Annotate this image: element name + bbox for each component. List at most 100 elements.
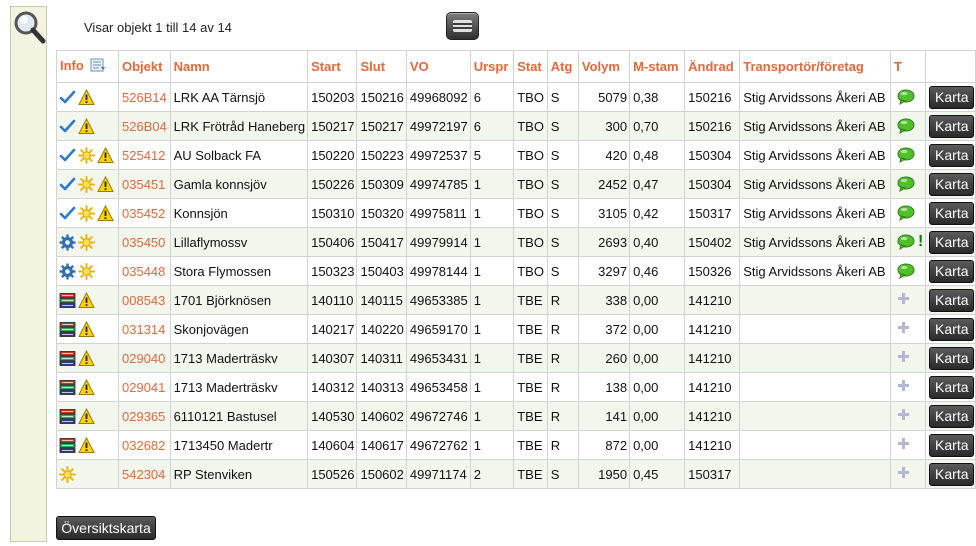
karta-button[interactable]: Karta	[929, 172, 975, 196]
col-header-andrad[interactable]: Ändrad	[684, 50, 741, 83]
start-cell: 150406	[307, 227, 358, 257]
sun-icon[interactable]	[78, 146, 95, 164]
col-header-t[interactable]: T	[889, 50, 927, 83]
karta-button[interactable]: Karta	[929, 346, 975, 370]
col-header-mstam[interactable]: M-stam	[629, 50, 686, 83]
books-icon[interactable]	[59, 350, 76, 367]
books-icon[interactable]	[59, 379, 76, 396]
karta-button[interactable]: Karta	[929, 201, 975, 225]
objekt-link[interactable]: 031314	[122, 322, 165, 337]
warning-icon[interactable]	[97, 204, 114, 222]
sun-icon[interactable]	[78, 204, 95, 222]
warning-icon[interactable]	[97, 146, 114, 164]
warning-icon[interactable]	[78, 349, 95, 367]
books-icon[interactable]	[59, 408, 76, 425]
col-header-transportor[interactable]: Transportör/företag	[739, 50, 891, 83]
plus-icon[interactable]	[897, 437, 915, 454]
col-header-atg[interactable]: Atg	[546, 50, 579, 83]
check-icon[interactable]	[59, 89, 76, 106]
slut-cell: 150223	[356, 140, 407, 170]
comment-icon[interactable]	[897, 147, 915, 164]
objekt-link[interactable]: 035451	[122, 177, 165, 192]
sun-icon[interactable]	[78, 175, 95, 193]
karta-button[interactable]: Karta	[929, 404, 975, 428]
volym-cell: 1950	[577, 459, 631, 489]
warning-icon[interactable]	[78, 320, 95, 338]
karta-button[interactable]: Karta	[929, 375, 975, 399]
objekt-link[interactable]: 035452	[122, 206, 165, 221]
objekt-link[interactable]: 542304	[122, 467, 165, 482]
warning-icon[interactable]	[78, 436, 95, 454]
comment-icon[interactable]	[897, 89, 915, 106]
objekt-link[interactable]: 029041	[122, 380, 165, 395]
gear-icon[interactable]	[59, 234, 76, 251]
karta-button[interactable]: Karta	[929, 230, 975, 254]
check-icon[interactable]	[59, 118, 76, 135]
books-icon[interactable]	[59, 321, 76, 338]
warning-icon[interactable]	[78, 117, 95, 135]
karta-cell: Karta	[925, 227, 976, 257]
comment-icon[interactable]	[897, 263, 915, 280]
comment-icon[interactable]	[897, 118, 915, 135]
warning-icon[interactable]	[78, 407, 95, 425]
plus-icon[interactable]	[897, 292, 915, 309]
sun-icon[interactable]	[59, 465, 76, 483]
objekt-link[interactable]: 525412	[122, 148, 165, 163]
karta-button[interactable]: Karta	[929, 288, 975, 312]
plus-icon[interactable]	[897, 379, 915, 396]
objekt-link[interactable]: 032682	[122, 438, 165, 453]
col-header-vo[interactable]: VO	[405, 50, 471, 83]
objekt-link[interactable]: 008543	[122, 293, 165, 308]
karta-button[interactable]: Karta	[929, 85, 975, 109]
plus-icon[interactable]	[897, 350, 915, 367]
warning-icon[interactable]	[78, 378, 95, 396]
t-cell	[889, 401, 927, 431]
objekt-link[interactable]: 035450	[122, 235, 165, 250]
info-legend-icon[interactable]	[90, 58, 106, 75]
comment-icon[interactable]	[897, 234, 915, 251]
karta-button[interactable]: Karta	[929, 462, 975, 486]
objekt-link[interactable]: 029365	[122, 409, 165, 424]
books-icon[interactable]	[59, 292, 76, 309]
plus-icon[interactable]	[897, 408, 915, 425]
objekt-link[interactable]: 035448	[122, 264, 165, 279]
col-header-start[interactable]: Start	[307, 50, 358, 83]
stat-cell: TBE	[513, 372, 548, 402]
list-icon	[453, 20, 472, 32]
col-header-volym[interactable]: Volym	[577, 50, 631, 83]
comment-icon[interactable]	[897, 176, 915, 193]
objekt-link[interactable]: 526B14	[122, 90, 167, 105]
check-icon[interactable]	[59, 176, 76, 193]
columns-toggle-button[interactable]	[446, 12, 479, 40]
warning-icon[interactable]	[78, 291, 95, 309]
col-header-slut[interactable]: Slut	[356, 50, 407, 83]
warning-icon[interactable]	[97, 175, 114, 193]
mstam-cell: 0,00	[629, 372, 686, 402]
sun-icon[interactable]	[78, 233, 95, 251]
check-icon[interactable]	[59, 205, 76, 222]
warning-icon[interactable]	[78, 88, 95, 106]
plus-icon[interactable]	[897, 321, 915, 338]
karta-button[interactable]: Karta	[929, 143, 975, 167]
objekt-link[interactable]: 526B04	[122, 119, 167, 134]
search-icon[interactable]	[12, 9, 46, 45]
objekt-link[interactable]: 029040	[122, 351, 165, 366]
mstam-cell: 0,00	[629, 430, 686, 460]
col-header-info[interactable]: Info	[56, 50, 119, 83]
col-header-objekt[interactable]: Objekt	[118, 50, 171, 83]
check-icon[interactable]	[59, 147, 76, 164]
col-header-stat[interactable]: Stat	[513, 50, 548, 83]
gear-icon[interactable]	[59, 263, 76, 280]
plus-icon[interactable]	[897, 466, 915, 483]
overview-map-button[interactable]: Översiktskarta	[56, 516, 156, 540]
comment-icon[interactable]	[897, 205, 915, 222]
karta-button[interactable]: Karta	[929, 259, 975, 283]
info-cell	[56, 256, 119, 286]
books-icon[interactable]	[59, 437, 76, 454]
karta-button[interactable]: Karta	[929, 114, 975, 138]
karta-button[interactable]: Karta	[929, 433, 975, 457]
sun-icon[interactable]	[78, 262, 95, 280]
karta-button[interactable]: Karta	[929, 317, 975, 341]
col-header-namn[interactable]: Namn	[169, 50, 309, 83]
col-header-urspr[interactable]: Urspr	[469, 50, 515, 83]
